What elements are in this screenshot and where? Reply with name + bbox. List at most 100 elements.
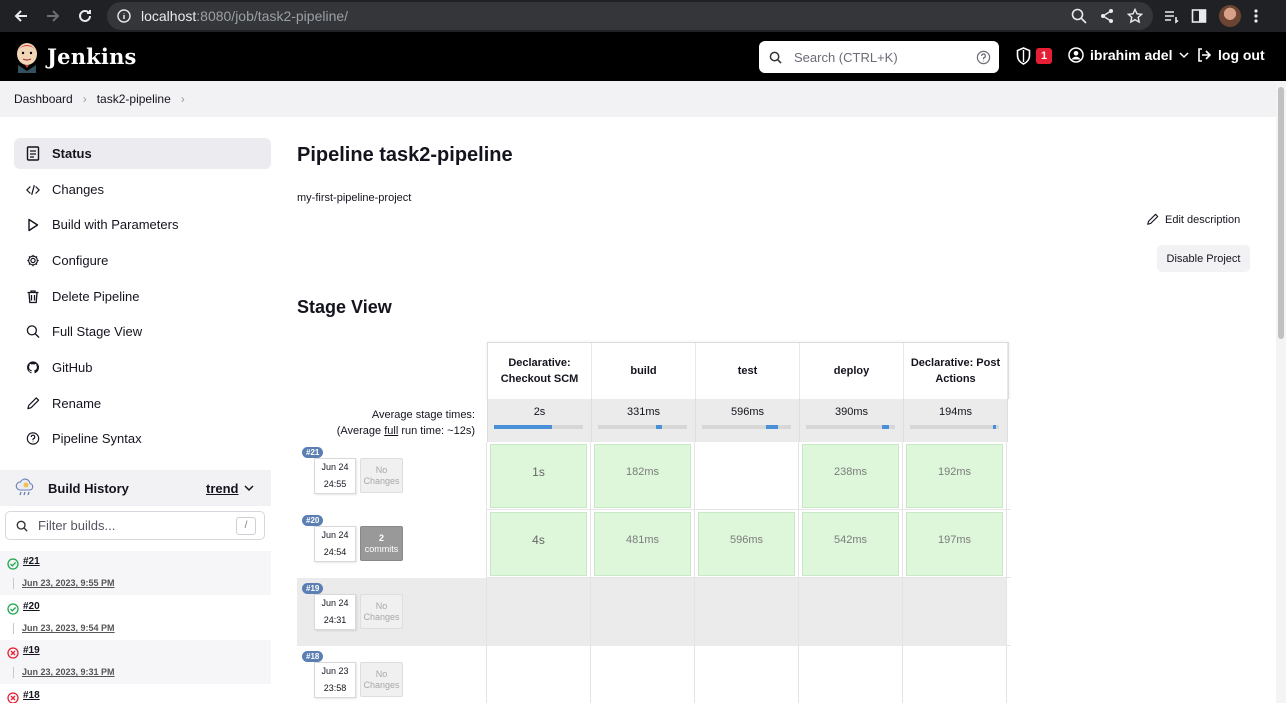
brand-name[interactable]: Jenkins bbox=[47, 44, 137, 69]
forward-icon[interactable] bbox=[37, 0, 69, 32]
build-date-link[interactable]: Jun 23, 2023, 9:55 PM bbox=[22, 578, 115, 588]
build-number-link[interactable]: #18 bbox=[23, 690, 40, 701]
stage-cell[interactable]: 192ms bbox=[903, 442, 1007, 510]
scrollbar-thumb[interactable] bbox=[1278, 87, 1284, 339]
sidebar-item-full-stage-view[interactable]: Full Stage View bbox=[14, 316, 271, 347]
no-changes-box[interactable]: No Changes bbox=[360, 458, 403, 493]
stage-cell[interactable]: 197ms bbox=[903, 510, 1007, 578]
commits-box[interactable]: 2 commits bbox=[360, 526, 403, 561]
zoom-icon[interactable] bbox=[1071, 8, 1087, 24]
trend-link[interactable]: trend bbox=[206, 481, 239, 496]
build-history-row[interactable]: #21 Jun 23, 2023, 9:55 PM bbox=[0, 551, 271, 595]
user-menu[interactable]: ibrahim adel bbox=[1068, 47, 1190, 63]
stage-duration[interactable]: 192ms bbox=[906, 444, 1003, 508]
github-icon bbox=[26, 361, 40, 375]
page-scrollbar[interactable] bbox=[1276, 81, 1286, 703]
avg-time-value: 390ms bbox=[834, 406, 869, 418]
sidebar-item-github[interactable]: GitHub bbox=[14, 352, 271, 383]
run-number-badge[interactable]: #18 bbox=[302, 651, 324, 662]
stage-cell[interactable]: 1s bbox=[487, 442, 591, 510]
url-text[interactable]: localhost:8080/job/task2-pipeline/ bbox=[141, 8, 348, 24]
run-number-badge[interactable]: #19 bbox=[302, 583, 324, 594]
search-box[interactable]: Search (CTRL+K) bbox=[759, 41, 999, 73]
user-name[interactable]: ibrahim adel bbox=[1090, 47, 1172, 63]
back-icon[interactable] bbox=[5, 0, 37, 32]
breadcrumb-separator-icon[interactable]: › bbox=[181, 92, 185, 106]
run-date: Jun 24 24:31 bbox=[314, 594, 356, 630]
filter-builds-field[interactable]: Filter builds... / bbox=[5, 511, 265, 540]
jenkins-logo[interactable]: Jenkins bbox=[13, 41, 137, 73]
build-number-link[interactable]: #20 bbox=[23, 601, 40, 612]
sidebar-item-delete-pipeline[interactable]: Delete Pipeline bbox=[14, 281, 271, 312]
stage-duration[interactable]: 542ms bbox=[802, 512, 899, 576]
success-icon bbox=[7, 558, 19, 570]
search-help-icon[interactable] bbox=[976, 50, 991, 65]
browser-menu-icon[interactable] bbox=[1253, 8, 1259, 24]
stage-header-row: Declarative: Checkout SCM build test dep… bbox=[487, 342, 1009, 399]
sidebar-item-label: GitHub bbox=[52, 360, 93, 375]
site-info-icon[interactable] bbox=[117, 9, 131, 23]
stage-duration[interactable]: 182ms bbox=[594, 444, 691, 508]
failed-icon bbox=[7, 692, 19, 703]
share-icon[interactable] bbox=[1099, 8, 1115, 24]
no-changes-box[interactable]: No Changes bbox=[360, 594, 403, 629]
side-panel-icon[interactable] bbox=[1191, 8, 1207, 24]
sidebar-item-rename[interactable]: Rename bbox=[14, 388, 271, 419]
stage-duration[interactable]: 1s bbox=[490, 444, 587, 508]
stage-cell[interactable]: 596ms bbox=[695, 510, 799, 578]
browser-profile-avatar[interactable] bbox=[1219, 5, 1241, 27]
build-number-link[interactable]: #19 bbox=[23, 645, 40, 656]
sidebar-item-status[interactable]: Status bbox=[14, 138, 271, 169]
filter-builds-input[interactable]: Filter builds... bbox=[38, 518, 236, 533]
sidebar-item-build-with-parameters[interactable]: Build with Parameters bbox=[14, 209, 271, 240]
stage-cell[interactable]: 182ms bbox=[591, 442, 695, 510]
timeline-divider bbox=[13, 623, 14, 634]
average-stage-times-label: Average stage times: (Average full run t… bbox=[297, 407, 475, 439]
stage-cell[interactable]: 481ms bbox=[591, 510, 695, 578]
breadcrumb-dashboard[interactable]: Dashboard bbox=[14, 92, 73, 106]
build-date-link[interactable]: Jun 23, 2023, 9:54 PM bbox=[22, 623, 115, 633]
build-date-link[interactable]: Jun 23, 2023, 9:31 PM bbox=[22, 667, 115, 677]
build-history-row[interactable]: #19 Jun 23, 2023, 9:31 PM bbox=[0, 640, 271, 684]
breadcrumb-job[interactable]: task2-pipeline bbox=[97, 92, 171, 106]
play-icon bbox=[26, 218, 40, 232]
security-warnings[interactable]: 1 bbox=[1015, 47, 1053, 65]
address-bar[interactable]: localhost:8080/job/task2-pipeline/ bbox=[107, 2, 1153, 30]
sidebar-item-changes[interactable]: Changes bbox=[14, 174, 271, 205]
edit-description-label[interactable]: Edit description bbox=[1165, 214, 1240, 226]
stage-header-checkout-scm: Declarative: Checkout SCM bbox=[488, 343, 592, 399]
reload-icon[interactable] bbox=[69, 0, 101, 32]
stage-cells bbox=[487, 646, 1007, 703]
full-run-link[interactable]: full bbox=[384, 425, 398, 437]
stage-duration[interactable]: 596ms bbox=[698, 512, 795, 576]
stage-cell[interactable]: 4s bbox=[487, 510, 591, 578]
build-history-row[interactable]: #18 bbox=[0, 685, 271, 703]
cloud-rain-icon bbox=[15, 478, 34, 496]
sidebar-item-configure[interactable]: Configure bbox=[14, 245, 271, 276]
sidebar-item-pipeline-syntax[interactable]: Pipeline Syntax bbox=[14, 423, 271, 454]
stage-duration[interactable]: 197ms bbox=[906, 512, 1003, 576]
stage-cell[interactable]: 238ms bbox=[799, 442, 903, 510]
no-changes-box[interactable]: No Changes bbox=[360, 662, 403, 697]
run-number-badge[interactable]: #20 bbox=[302, 515, 324, 526]
stage-duration[interactable]: 481ms bbox=[594, 512, 691, 576]
sidebar-item-label: Full Stage View bbox=[52, 324, 143, 339]
avg-label-line2: (Average full run time: ~12s) bbox=[297, 423, 475, 439]
stage-cell[interactable]: 542ms bbox=[799, 510, 903, 578]
build-history-row[interactable]: #20 Jun 23, 2023, 9:54 PM bbox=[0, 596, 271, 640]
edit-description-link[interactable]: Edit description bbox=[1146, 213, 1240, 226]
bookmark-star-icon[interactable] bbox=[1127, 8, 1143, 24]
avg-progress-track bbox=[806, 425, 895, 429]
disable-project-button[interactable]: Disable Project bbox=[1157, 245, 1250, 272]
run-meta: #20 Jun 24 24:54 2 commits bbox=[297, 510, 487, 578]
reading-list-icon[interactable] bbox=[1163, 8, 1179, 24]
run-number-badge[interactable]: #21 bbox=[302, 447, 324, 458]
search-input[interactable]: Search (CTRL+K) bbox=[794, 50, 976, 65]
build-number-link[interactable]: #21 bbox=[23, 556, 40, 567]
chevron-down-icon[interactable] bbox=[1178, 49, 1190, 61]
logout-link[interactable]: log out bbox=[1196, 47, 1265, 63]
chevron-down-icon[interactable] bbox=[243, 482, 255, 494]
logout-label[interactable]: log out bbox=[1218, 47, 1265, 63]
stage-duration[interactable]: 238ms bbox=[802, 444, 899, 508]
stage-duration[interactable]: 4s bbox=[490, 512, 587, 576]
